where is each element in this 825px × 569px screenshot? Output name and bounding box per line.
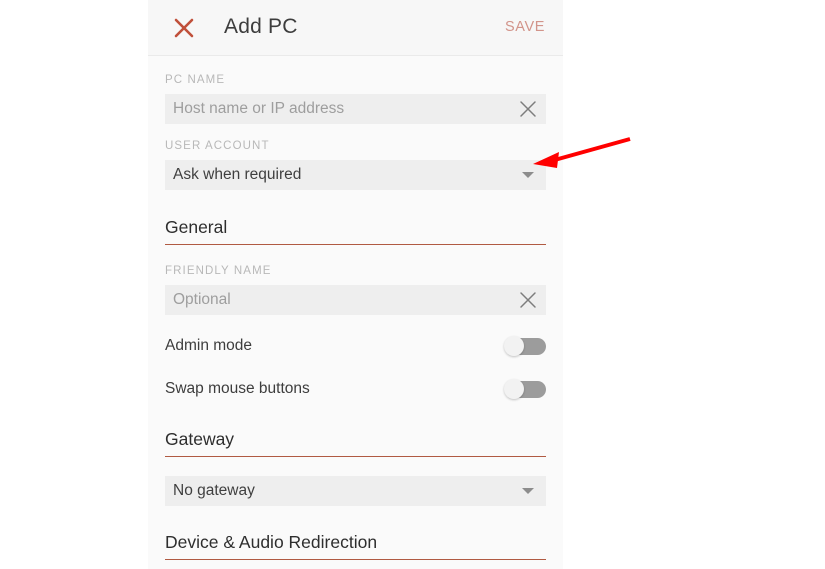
save-button[interactable]: SAVE [505, 17, 545, 37]
chevron-down-icon [522, 488, 534, 494]
clear-pc-name-icon[interactable] [518, 99, 538, 119]
section-header-general: General [165, 216, 546, 245]
swap-mouse-buttons-label: Swap mouse buttons [165, 380, 310, 397]
section-header-gateway: Gateway [165, 428, 546, 457]
friendly-name-label: FRIENDLY NAME [165, 265, 272, 277]
page-title: Add PC [224, 15, 298, 38]
pc-name-placeholder: Host name or IP address [173, 100, 345, 117]
friendly-name-placeholder: Optional [173, 291, 231, 308]
dialog-header: Add PC SAVE [148, 0, 563, 56]
clear-friendly-name-icon[interactable] [518, 290, 538, 310]
section-header-device-audio: Device & Audio Redirection [165, 531, 546, 560]
gateway-select[interactable]: No gateway [165, 476, 546, 506]
add-pc-form: PC NAME Host name or IP address USER ACC… [148, 73, 563, 569]
swap-mouse-buttons-toggle[interactable] [504, 379, 546, 399]
chevron-down-icon [522, 172, 534, 178]
close-icon[interactable] [170, 14, 198, 42]
gateway-value: No gateway [173, 482, 255, 499]
user-account-value: Ask when required [173, 166, 302, 183]
admin-mode-toggle[interactable] [504, 336, 546, 356]
add-pc-panel: Add PC SAVE PC NAME Host name or IP addr… [148, 0, 563, 569]
pc-name-label: PC NAME [165, 74, 226, 86]
pc-name-input[interactable]: Host name or IP address [165, 94, 546, 124]
user-account-select[interactable]: Ask when required [165, 160, 546, 190]
user-account-label: USER ACCOUNT [165, 140, 270, 152]
admin-mode-row: Admin mode [165, 333, 546, 359]
toggle-knob [504, 379, 524, 399]
friendly-name-input[interactable]: Optional [165, 285, 546, 315]
toggle-knob [504, 336, 524, 356]
swap-mouse-buttons-row: Swap mouse buttons [165, 376, 546, 402]
admin-mode-label: Admin mode [165, 337, 253, 354]
